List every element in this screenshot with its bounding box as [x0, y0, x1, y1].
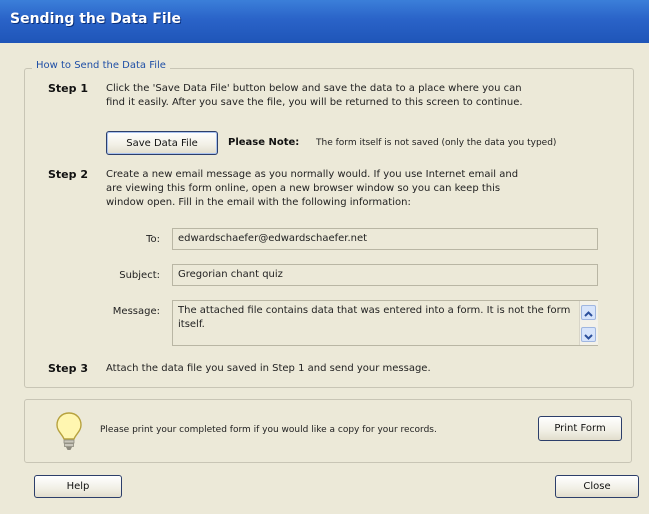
message-label: Message:: [112, 306, 160, 317]
print-note-text: Please print your completed form if you …: [100, 425, 437, 435]
scroll-down-arrow-icon[interactable]: [581, 327, 596, 342]
window-title: Sending the Data File: [10, 11, 181, 27]
dialog-window: Sending the Data File How to Send the Da…: [0, 0, 649, 514]
to-label: To:: [146, 234, 160, 245]
step2-line2: are viewing this form online, open a new…: [106, 183, 501, 194]
step2-line3: window open. Fill in the email with the …: [106, 197, 411, 208]
step3-label: Step 3: [48, 362, 88, 375]
close-button[interactable]: Close: [555, 475, 639, 498]
subject-label: Subject:: [119, 270, 160, 281]
title-bar[interactable]: Sending the Data File: [0, 0, 649, 43]
subject-field[interactable]: Gregorian chant quiz: [172, 264, 598, 286]
scroll-up-arrow-icon[interactable]: [581, 305, 596, 320]
step2-label: Step 2: [48, 168, 88, 181]
step2-line1: Create a new email message as you normal…: [106, 169, 519, 180]
message-scrollbar[interactable]: [579, 301, 598, 345]
step1-line1: Click the 'Save Data File' button below …: [106, 83, 522, 94]
please-note-text: The form itself is not saved (only the d…: [316, 138, 557, 148]
print-form-button[interactable]: Print Form: [538, 416, 622, 441]
step3-text: Attach the data file you saved in Step 1…: [106, 363, 431, 374]
message-field[interactable]: The attached file contains data that was…: [172, 300, 598, 346]
step1-label: Step 1: [48, 82, 88, 95]
group-legend: How to Send the Data File: [32, 60, 170, 71]
lightbulb-icon: [54, 410, 84, 452]
to-field[interactable]: edwardschaefer@edwardschaefer.net: [172, 228, 598, 250]
help-button[interactable]: Help: [34, 475, 122, 498]
step1-line2: find it easily. After you save the file,…: [106, 97, 523, 108]
please-note-label: Please Note:: [228, 137, 300, 148]
save-data-file-button[interactable]: Save Data File: [106, 131, 218, 155]
